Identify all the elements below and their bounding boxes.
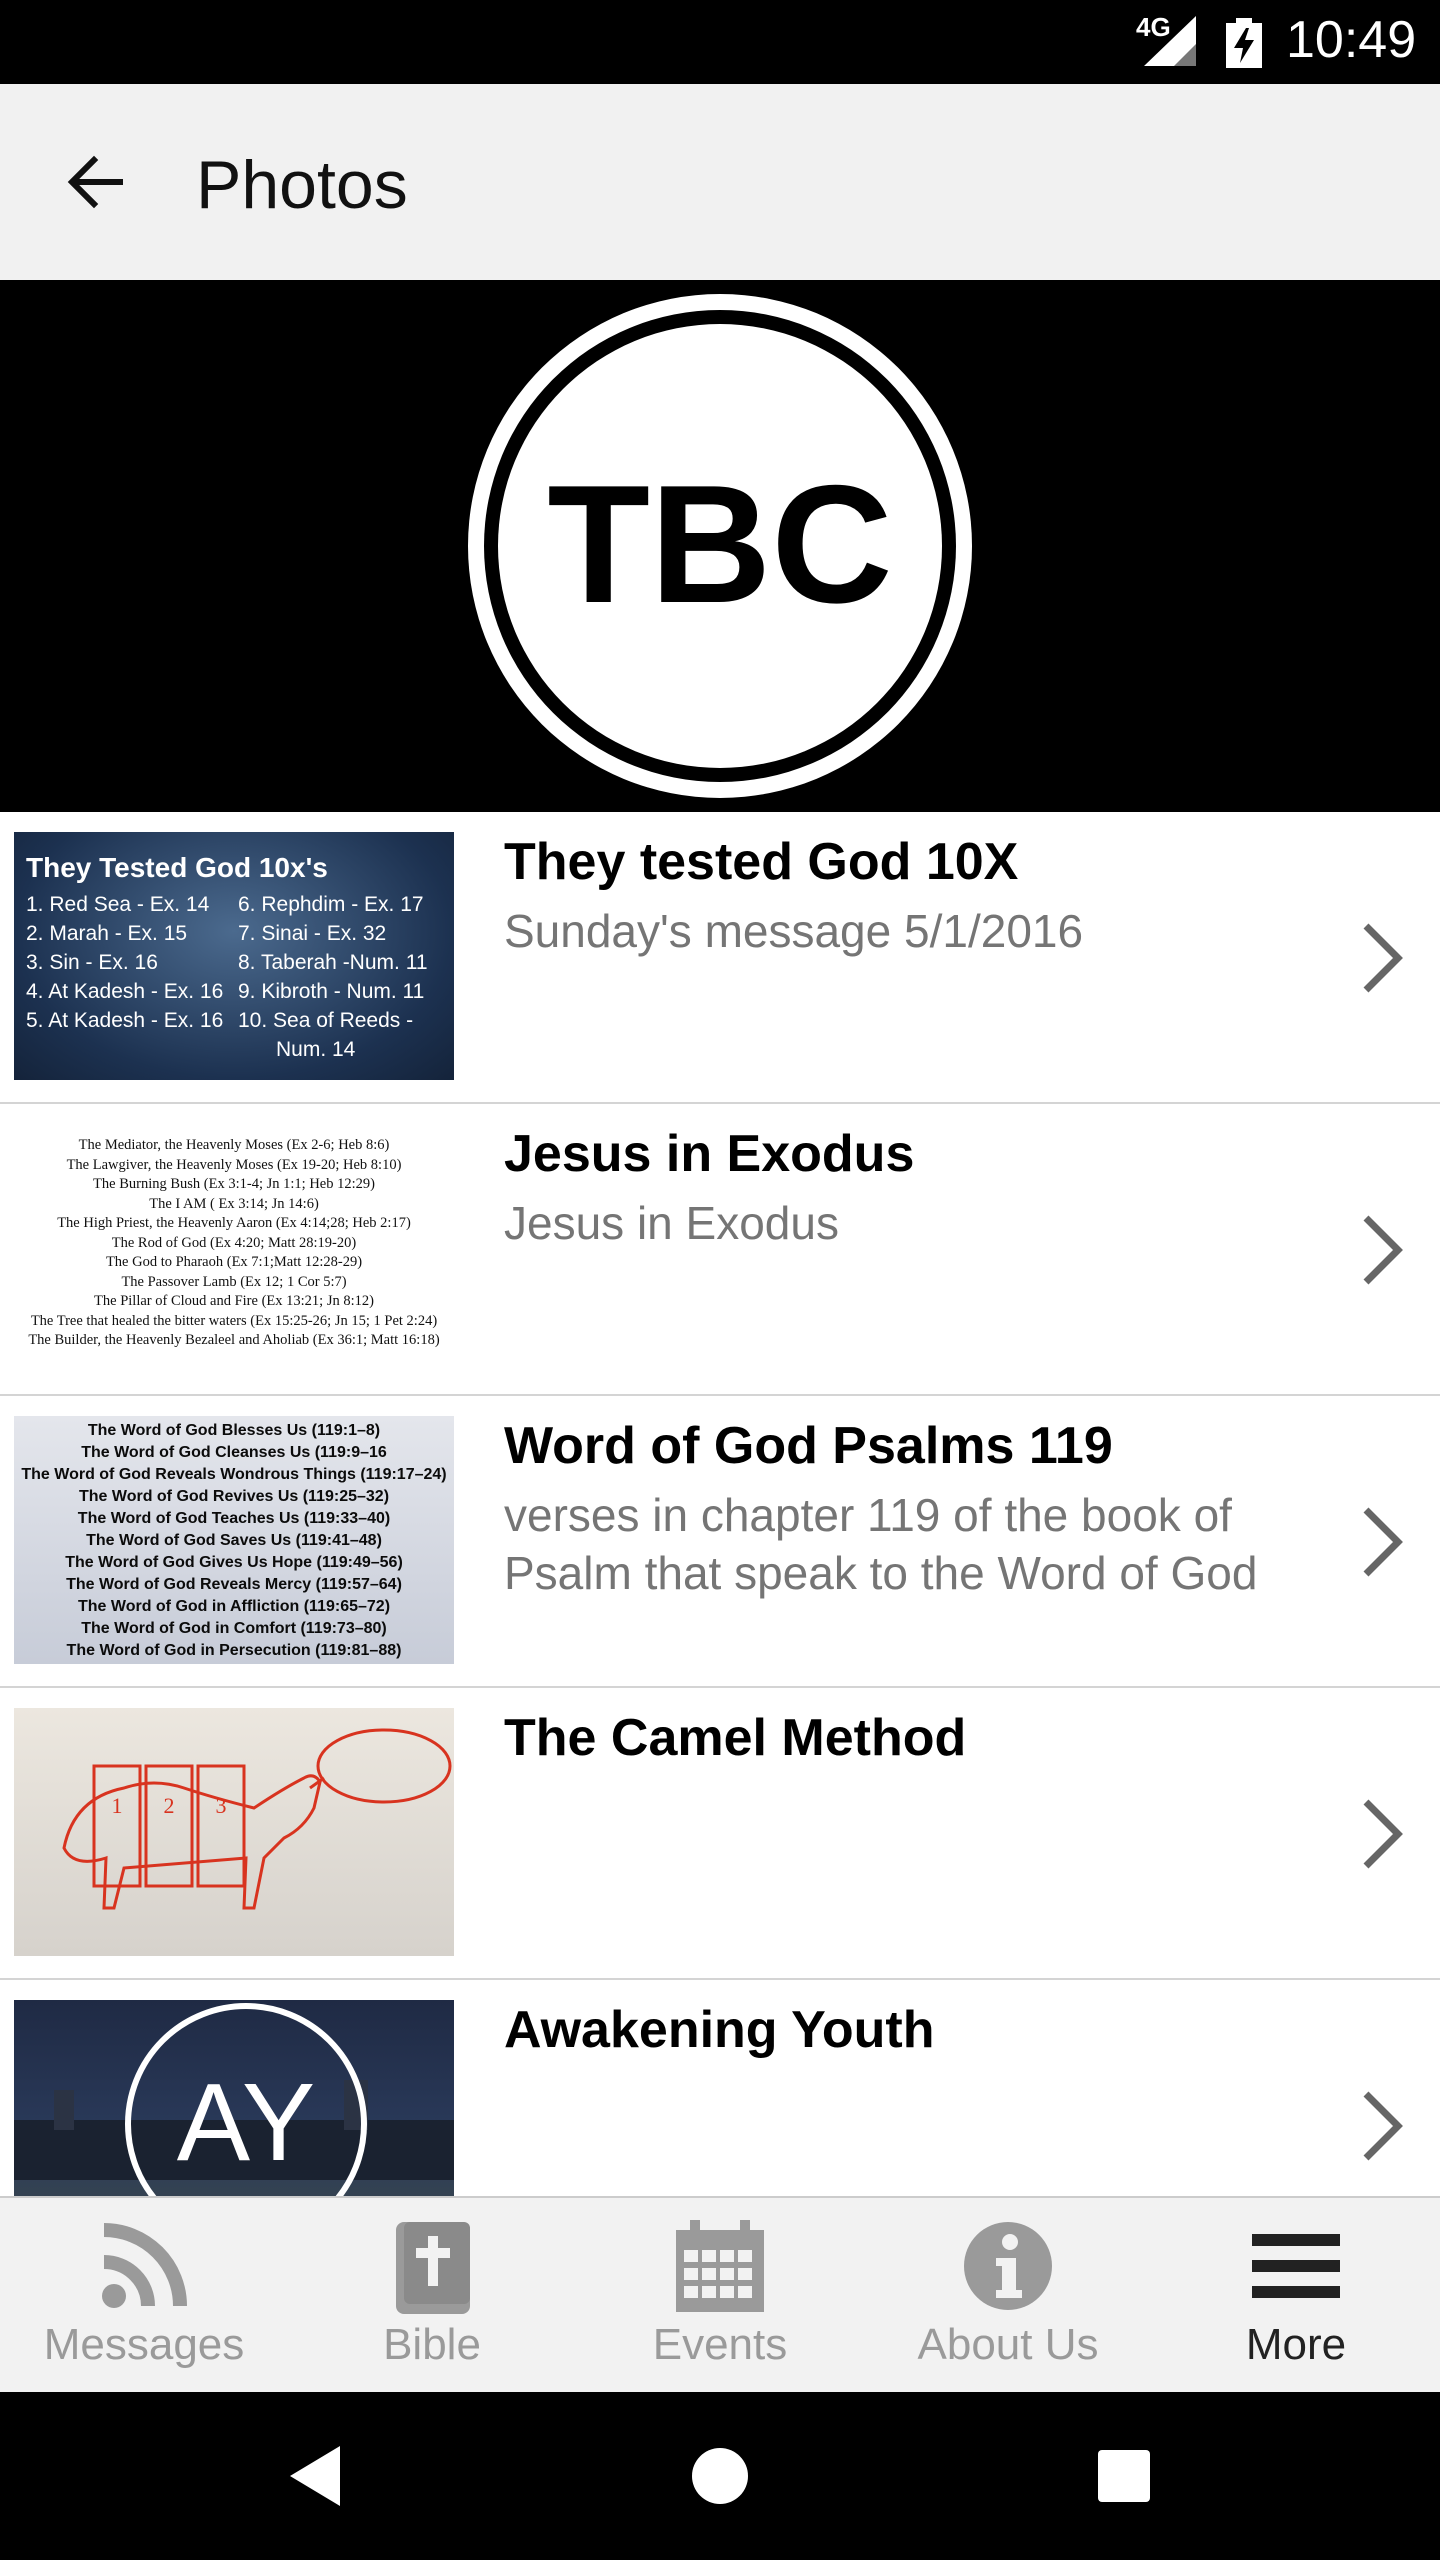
list-item[interactable]: 1 2 3 The Camel Method <box>0 1688 1440 1980</box>
item-subtitle: Sunday's message 5/1/2016 <box>504 905 1084 957</box>
list-item[interactable]: The Word of God Blesses Us (119:1–8) The… <box>0 1396 1440 1688</box>
bible-icon <box>396 2222 470 2314</box>
nav-messages[interactable]: Messages <box>0 2198 288 2394</box>
chevron-right-icon <box>1363 1799 1403 1869</box>
photo-thumbnail: AY <box>14 2000 454 2196</box>
photo-thumbnail: The Word of God Blesses Us (119:1–8) The… <box>14 1416 454 1664</box>
signal-icon <box>1144 16 1196 66</box>
app-bar: Photos <box>0 84 1440 280</box>
chevron-right-icon <box>1363 1215 1403 1285</box>
camel-illustration: 1 2 3 <box>62 1728 452 1910</box>
item-title: They tested God 10X <box>504 833 1019 891</box>
thumb-heading: They Tested God 10x's <box>26 852 328 883</box>
nav-label: About Us <box>917 2320 1099 2369</box>
svg-text:1: 1 <box>112 1793 123 1818</box>
back-arrow-icon[interactable] <box>60 146 132 218</box>
item-subtitle: verses in chapter 119 of the book of Psa… <box>504 1489 1258 1599</box>
item-title: Word of God Psalms 119 <box>504 1417 1113 1475</box>
bottom-navigation: Messages Bible Events About Us More <box>0 2196 1440 2392</box>
banner-image: TBC <box>0 280 1440 812</box>
item-title: Awakening Youth <box>504 2001 935 2059</box>
chevron-right-icon <box>1363 1507 1403 1577</box>
nav-bible[interactable]: Bible <box>288 2198 576 2394</box>
chevron-right-icon <box>1363 923 1403 993</box>
photo-thumbnail: They Tested God 10x's 1. Red Sea - Ex. 1… <box>14 832 454 1080</box>
svg-text:AY: AY <box>177 2061 316 2184</box>
back-icon[interactable] <box>274 2434 358 2518</box>
thumb-column-right: 6. Rephdim - Ex. 17 7. Sinai - Ex. 32 8.… <box>238 893 428 1061</box>
info-icon <box>964 2222 1052 2310</box>
nav-label: Events <box>652 2320 788 2369</box>
status-bar: 4G 10:49 <box>0 0 1440 84</box>
item-title: The Camel Method <box>504 1709 967 1767</box>
nav-label: Bible <box>383 2320 481 2369</box>
photo-thumbnail: The Mediator, the Heavenly Moses (Ex 2-6… <box>14 1124 454 1372</box>
tbc-logo: TBC <box>468 294 972 798</box>
nav-label: More <box>1245 2320 1347 2369</box>
nav-more[interactable]: More <box>1152 2198 1440 2394</box>
thumb-column-left: 1. Red Sea - Ex. 14 2. Marah - Ex. 15 3.… <box>26 893 224 1032</box>
item-subtitle: Jesus in Exodus <box>504 1197 839 1249</box>
recents-icon[interactable] <box>1082 2434 1166 2518</box>
list-item[interactable]: AY Awakening Youth <box>0 1980 1440 2196</box>
list-item[interactable]: They Tested God 10x's 1. Red Sea - Ex. 1… <box>0 812 1440 1104</box>
nav-about-us[interactable]: About Us <box>864 2198 1152 2394</box>
svg-text:TBC: TBC <box>547 450 892 638</box>
item-title: Jesus in Exodus <box>504 1125 915 1183</box>
home-icon[interactable] <box>678 2434 762 2518</box>
ay-logo: AY <box>14 2003 454 2196</box>
rss-icon <box>102 2223 187 2308</box>
svg-text:3: 3 <box>216 1793 227 1818</box>
nav-events[interactable]: Events <box>576 2198 864 2394</box>
svg-text:2: 2 <box>164 1793 175 1818</box>
list-item[interactable]: The Mediator, the Heavenly Moses (Ex 2-6… <box>0 1104 1440 1396</box>
calendar-icon <box>676 2220 764 2312</box>
chevron-right-icon <box>1363 2091 1403 2161</box>
system-navigation-bar <box>0 2392 1440 2560</box>
page-title: Photos <box>196 147 408 223</box>
photo-list: They Tested God 10x's 1. Red Sea - Ex. 1… <box>0 812 1440 2196</box>
photo-thumbnail: 1 2 3 <box>14 1708 454 1956</box>
menu-icon <box>1252 2234 1340 2298</box>
battery-charging-icon <box>1226 18 1262 68</box>
clock: 10:49 <box>1286 11 1417 69</box>
nav-label: Messages <box>43 2320 245 2369</box>
